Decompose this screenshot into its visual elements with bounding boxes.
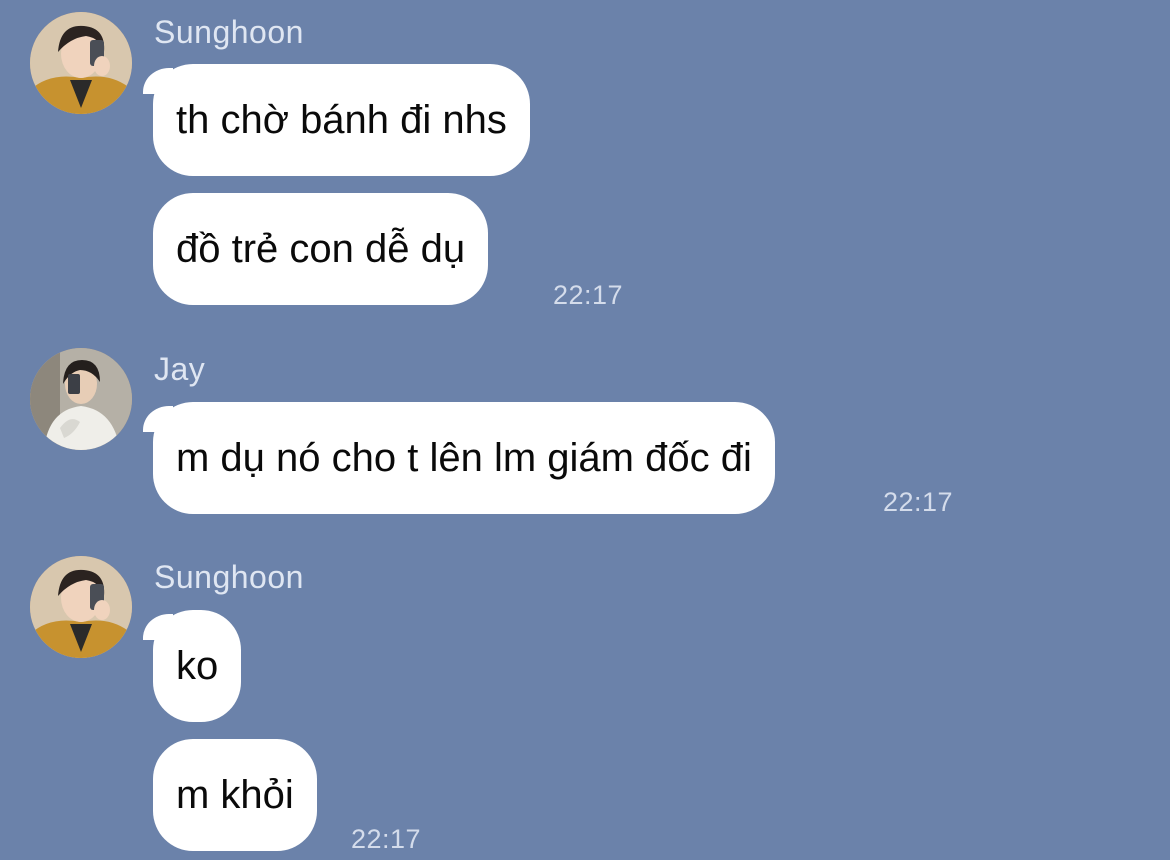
message-bubble[interactable]: đồ trẻ con dễ dụ <box>153 193 489 305</box>
sender-avatar[interactable] <box>30 12 132 114</box>
message-timestamp: 22:17 <box>553 280 624 310</box>
message-bubble[interactable]: ko <box>142 610 242 722</box>
sender-name: Jay <box>154 351 206 387</box>
message-bubble[interactable]: th chờ bánh đi nhs <box>143 64 530 176</box>
message-timestamp: 22:17 <box>883 487 954 517</box>
message-bubble[interactable]: m dụ nó cho t lên lm giám đốc đi <box>143 402 775 514</box>
message-bubble[interactable]: m khỏi <box>153 739 317 851</box>
sender-name: Sunghoon <box>154 14 304 50</box>
sunghoon-avatar-icon <box>30 556 132 658</box>
message-timestamp: 22:17 <box>351 824 422 854</box>
sender-avatar[interactable] <box>30 556 132 658</box>
sunghoon-avatar-icon <box>30 12 132 114</box>
sender-avatar[interactable] <box>30 348 132 450</box>
sender-name: Sunghoon <box>154 559 304 595</box>
jay-avatar-icon <box>30 348 132 450</box>
